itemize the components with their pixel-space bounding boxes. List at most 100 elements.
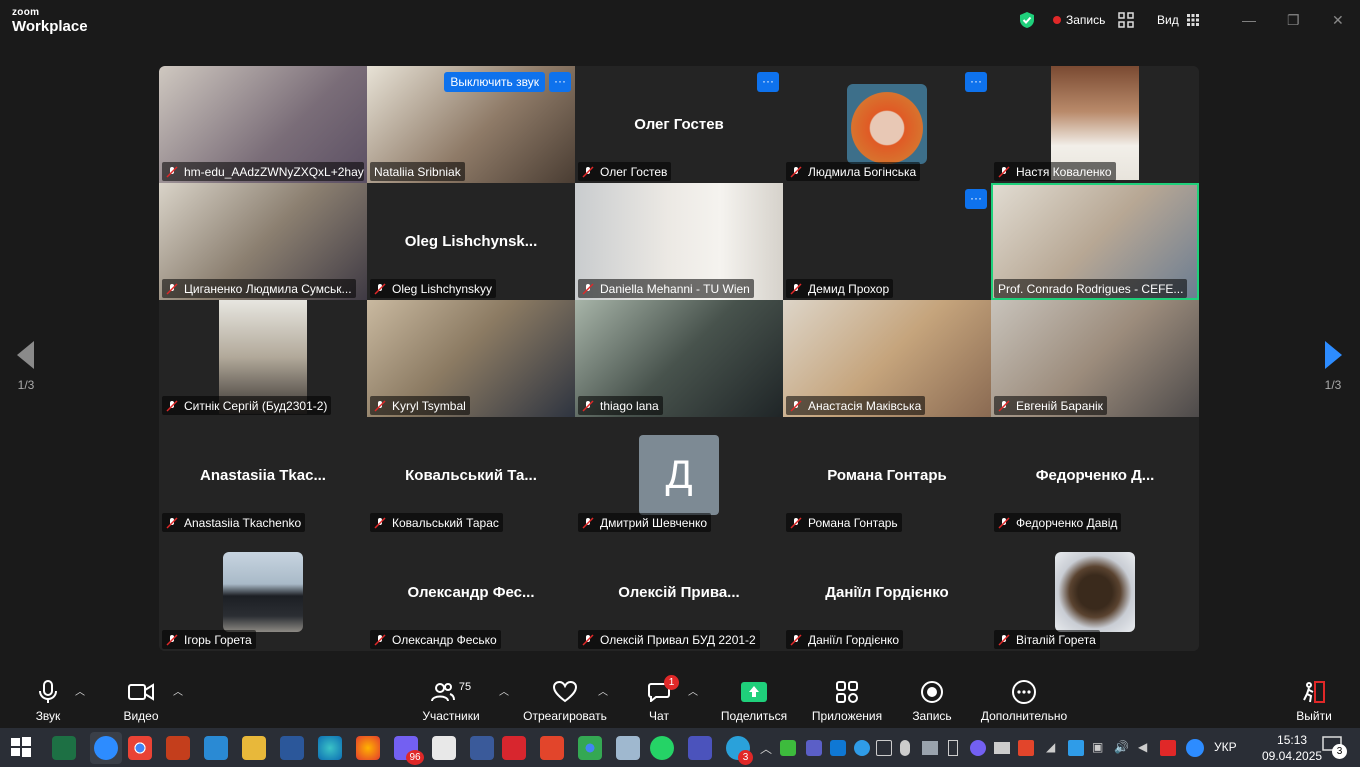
participant-tile[interactable]: Романа Гонтарь Романа Гонтарь [783, 417, 991, 534]
whatsapp-icon[interactable] [650, 736, 674, 760]
video-button[interactable]: Видео [120, 679, 162, 723]
notepad-icon[interactable] [432, 736, 456, 760]
next-page-button[interactable]: 1/3 [1313, 340, 1353, 392]
tray-network-icon[interactable] [1068, 740, 1084, 756]
tray-teams-icon[interactable] [806, 740, 822, 756]
speaker-muted-icon[interactable]: ◀ [1138, 740, 1147, 754]
skype-like-app-icon[interactable] [204, 736, 228, 760]
wifi-icon[interactable]: ◢ [1046, 740, 1055, 754]
minimize-icon[interactable]: — [1242, 10, 1256, 30]
recording-indicator[interactable]: Запись [1053, 10, 1105, 30]
participant-tile[interactable]: Евгеній Баранік [991, 300, 1199, 417]
participant-tile[interactable]: Віталій Горета [991, 534, 1199, 651]
save-app-icon[interactable] [470, 736, 494, 760]
react-button[interactable]: Отреагировать [523, 679, 607, 723]
participant-tile[interactable]: Oleg Lishchynsk... Oleg Lishchynskyy [367, 183, 575, 300]
tray-zoom-icon[interactable] [1186, 739, 1204, 757]
tray-s-app-icon[interactable] [1018, 740, 1034, 756]
participant-tile[interactable]: Ігорь Горета [159, 534, 367, 651]
chrome-profile-icon[interactable] [578, 736, 602, 760]
grid-icon[interactable] [1118, 10, 1134, 30]
edge-icon[interactable] [318, 736, 342, 760]
participant-tile[interactable]: Ситнік Сергій (Буд2301-2) [159, 300, 367, 417]
participant-tile[interactable]: ··· Олег Гостев Олег Гостев [575, 66, 783, 183]
participants-options-chevron-icon[interactable]: ︿ [499, 683, 509, 698]
participant-tile[interactable]: Anastasiia Tkac... Anastasiia Tkachenko [159, 417, 367, 534]
tray-device-icon[interactable] [876, 740, 892, 756]
chat-button[interactable]: 1 Чат [644, 675, 679, 723]
participant-tile[interactable]: Олексій Прива... Олексій Привал БУД 2201… [575, 534, 783, 651]
view-button[interactable]: Вид [1157, 10, 1199, 30]
participant-tile[interactable]: Олександр Фес... Олександр Фесько [367, 534, 575, 651]
participant-tile[interactable]: hm-edu_AAdzZWNyZXQxL+2hayf... [159, 66, 367, 183]
s-app-icon[interactable] [540, 736, 564, 760]
mute-participant-button[interactable]: Выключить звук [444, 72, 545, 92]
leave-meeting-button[interactable]: Выйти [1294, 679, 1334, 723]
viber-icon[interactable]: 96 [394, 736, 424, 765]
restore-icon[interactable]: ❐ [1287, 10, 1300, 30]
tray-app-icon[interactable] [780, 740, 796, 756]
chat-options-chevron-icon[interactable]: ︿ [688, 683, 698, 698]
video-options-chevron-icon[interactable]: ︿ [173, 683, 183, 698]
more-options-button[interactable]: ··· [549, 72, 571, 92]
security-shield-icon[interactable] [1018, 10, 1036, 30]
participant-tile[interactable]: Д Дмитрий Шевченко [575, 417, 783, 534]
participant-tile-active-speaker[interactable]: Prof. Conrado Rodrigues - CEFE... [991, 183, 1199, 300]
participant-tile[interactable]: Настя Коваленко [991, 66, 1199, 183]
tray-usb-icon[interactable] [948, 740, 958, 756]
excel-icon[interactable] [52, 736, 76, 760]
mic-muted-icon [582, 516, 594, 529]
zoom-app-icon[interactable] [90, 732, 122, 764]
tray-microphone-icon[interactable] [900, 740, 910, 756]
participant-tile[interactable]: thiago lana [575, 300, 783, 417]
more-button[interactable]: Дополнительно [978, 679, 1070, 723]
file-explorer-icon[interactable] [242, 736, 266, 760]
word-icon[interactable] [280, 736, 304, 760]
firefox-icon[interactable] [356, 736, 380, 760]
prev-page-button[interactable]: 1/3 [6, 340, 46, 392]
chrome-icon[interactable] [128, 736, 152, 760]
more-options-button[interactable]: ··· [965, 189, 987, 209]
participant-tile[interactable]: Федорченко Д... Федорченко Давід [991, 417, 1199, 534]
powerpoint-icon[interactable] [166, 736, 190, 760]
mic-muted-icon [374, 282, 386, 295]
tray-keyboard-icon[interactable] [994, 742, 1010, 754]
participant-tile[interactable]: ··· Людмила Богінська [783, 66, 991, 183]
os-taskbar: 96 3 ︿ ◢ ▣ 🔊 ◀ УКР 15:13 09.04.2025 3 [0, 728, 1360, 767]
language-indicator[interactable]: УКР [1214, 740, 1237, 754]
camera-icon[interactable]: ▣ [1092, 740, 1103, 754]
participant-tile[interactable]: Анастасія Маківська [783, 300, 991, 417]
tray-red-app-icon[interactable] [1160, 740, 1176, 756]
record-button[interactable]: Запись [910, 679, 954, 723]
anydesk-icon[interactable] [502, 736, 526, 760]
react-options-chevron-icon[interactable]: ︿ [598, 683, 608, 698]
tray-viber-icon[interactable] [970, 740, 986, 756]
audio-button[interactable]: Звук [28, 679, 68, 723]
more-options-button[interactable]: ··· [757, 72, 779, 92]
participant-tile[interactable]: Выключить звук ··· Nataliia Sribniak [367, 66, 575, 183]
close-icon[interactable]: ✕ [1332, 10, 1344, 30]
participant-tile[interactable]: Циганенко Людмила Сумськ... [159, 183, 367, 300]
windows-start-icon[interactable] [10, 736, 34, 760]
tray-onedrive-icon[interactable] [830, 740, 846, 756]
participant-tile[interactable]: Daniella Mehanni - TU Wien [575, 183, 783, 300]
archive-icon[interactable] [616, 736, 640, 760]
apps-button[interactable]: Приложения [808, 679, 886, 723]
volume-icon[interactable]: 🔊 [1114, 740, 1129, 754]
notifications-icon[interactable]: 3 [1322, 736, 1347, 759]
more-options-button[interactable]: ··· [965, 72, 987, 92]
tray-sync-icon[interactable] [854, 740, 870, 756]
telegram-icon[interactable]: 3 [726, 736, 753, 765]
audio-options-chevron-icon[interactable]: ︿ [75, 683, 85, 698]
teams-icon[interactable] [688, 736, 712, 760]
share-screen-button[interactable]: Поделиться [719, 679, 789, 723]
participant-tile[interactable]: Даніїл Гордієнко Даніїл Гордієнко [783, 534, 991, 651]
participants-button[interactable]: 75 Участники [420, 679, 482, 723]
record-icon [921, 681, 943, 703]
tray-display-icon[interactable] [922, 741, 938, 755]
participant-tile[interactable]: Ковальський Та... Ковальський Тарас [367, 417, 575, 534]
tray-overflow-chevron-icon[interactable]: ︿ [760, 740, 772, 757]
participant-tile[interactable]: Kyryl Tsymbal [367, 300, 575, 417]
system-clock[interactable]: 15:13 09.04.2025 [1262, 732, 1322, 764]
participant-tile[interactable]: ··· Демид Прохор [783, 183, 991, 300]
